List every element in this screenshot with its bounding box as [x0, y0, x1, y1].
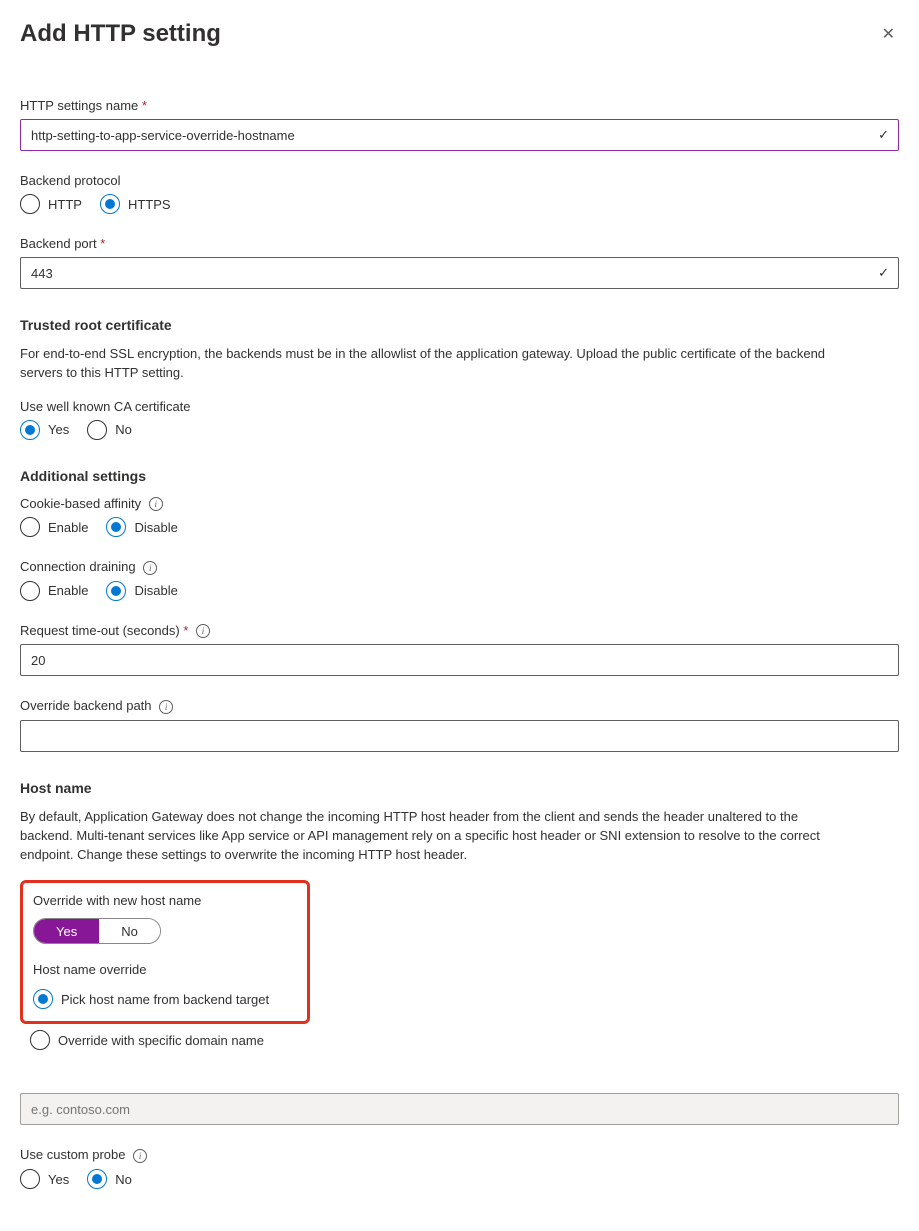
label-text: HTTP settings name	[20, 98, 138, 113]
connection-draining-label: Connection draining i	[20, 559, 899, 575]
radio-label: Enable	[48, 520, 88, 535]
custom-probe-yes-radio[interactable]: Yes	[20, 1169, 69, 1189]
ca-no-radio[interactable]: No	[87, 420, 132, 440]
pick-from-backend-radio[interactable]: Pick host name from backend target	[33, 989, 269, 1009]
radio-icon	[33, 989, 53, 1009]
label-text: Request time-out (seconds)	[20, 623, 180, 638]
radio-label: HTTPS	[128, 197, 171, 212]
backend-port-input[interactable]	[20, 257, 899, 289]
radio-icon	[30, 1030, 50, 1050]
radio-icon	[106, 517, 126, 537]
label-text: Override backend path	[20, 698, 152, 713]
radio-label: No	[115, 1172, 132, 1187]
info-icon[interactable]: i	[149, 497, 163, 511]
radio-icon	[20, 420, 40, 440]
label-text: Cookie-based affinity	[20, 496, 141, 511]
radio-label: Yes	[48, 1172, 69, 1187]
info-icon[interactable]: i	[143, 561, 157, 575]
protocol-https-radio[interactable]: HTTPS	[100, 194, 171, 214]
cookie-affinity-label: Cookie-based affinity i	[20, 496, 899, 512]
protocol-http-radio[interactable]: HTTP	[20, 194, 82, 214]
http-settings-name-label: HTTP settings name *	[20, 98, 899, 113]
cookie-enable-radio[interactable]: Enable	[20, 517, 88, 537]
trusted-root-title: Trusted root certificate	[20, 317, 899, 333]
http-settings-name-input[interactable]	[20, 119, 899, 151]
toggle-no[interactable]: No	[99, 919, 160, 943]
label-text: Backend port	[20, 236, 97, 251]
radio-label: No	[115, 422, 132, 437]
info-icon[interactable]: i	[159, 700, 173, 714]
override-backend-path-label: Override backend path i	[20, 698, 899, 714]
radio-label: Pick host name from backend target	[61, 992, 269, 1007]
radio-icon	[20, 517, 40, 537]
additional-settings-title: Additional settings	[20, 468, 899, 484]
backend-protocol-label: Backend protocol	[20, 173, 899, 188]
ca-yes-radio[interactable]: Yes	[20, 420, 69, 440]
radio-icon	[100, 194, 120, 214]
label-text: Connection draining	[20, 559, 136, 574]
backend-port-label: Backend port *	[20, 236, 899, 251]
radio-icon	[87, 1169, 107, 1189]
radio-label: Yes	[48, 422, 69, 437]
request-timeout-input[interactable]	[20, 644, 899, 676]
page-title: Add HTTP setting	[20, 20, 221, 48]
radio-icon	[20, 581, 40, 601]
radio-label: Enable	[48, 583, 88, 598]
radio-icon	[20, 1169, 40, 1189]
radio-label: Override with specific domain name	[58, 1033, 264, 1048]
info-icon[interactable]: i	[133, 1149, 147, 1163]
required-star: *	[142, 98, 147, 113]
cookie-disable-radio[interactable]: Disable	[106, 517, 177, 537]
trusted-root-desc: For end-to-end SSL encryption, the backe…	[20, 345, 840, 383]
specific-domain-input	[20, 1093, 899, 1125]
radio-label: Disable	[134, 583, 177, 598]
radio-icon	[87, 420, 107, 440]
radio-icon	[106, 581, 126, 601]
host-name-override-label: Host name override	[33, 962, 297, 977]
highlight-box: Override with new host name Yes No Host …	[20, 880, 310, 1024]
host-name-title: Host name	[20, 780, 899, 796]
radio-label: HTTP	[48, 197, 82, 212]
info-icon[interactable]: i	[196, 624, 210, 638]
override-hostname-toggle[interactable]: Yes No	[33, 918, 161, 944]
required-star: *	[100, 236, 105, 251]
override-backend-path-input[interactable]	[20, 720, 899, 752]
host-name-desc: By default, Application Gateway does not…	[20, 808, 840, 865]
custom-probe-no-radio[interactable]: No	[87, 1169, 132, 1189]
override-specific-domain-radio[interactable]: Override with specific domain name	[30, 1030, 264, 1050]
radio-label: Disable	[134, 520, 177, 535]
request-timeout-label: Request time-out (seconds) * i	[20, 623, 899, 639]
drain-enable-radio[interactable]: Enable	[20, 581, 88, 601]
required-star: *	[183, 623, 188, 638]
label-text: Use custom probe	[20, 1147, 126, 1162]
use-custom-probe-label: Use custom probe i	[20, 1147, 899, 1163]
radio-icon	[20, 194, 40, 214]
use-well-known-ca-label: Use well known CA certificate	[20, 399, 899, 414]
close-icon[interactable]: ✕	[878, 20, 899, 48]
override-new-hostname-label: Override with new host name	[33, 893, 297, 908]
toggle-yes[interactable]: Yes	[34, 919, 99, 943]
drain-disable-radio[interactable]: Disable	[106, 581, 177, 601]
